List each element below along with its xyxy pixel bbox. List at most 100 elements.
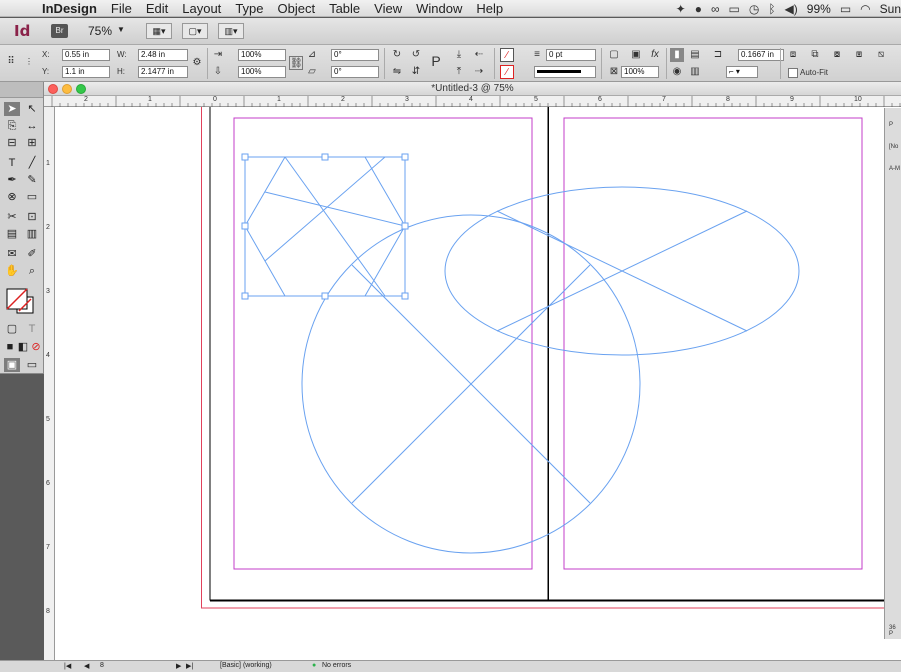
screen-mode-button[interactable]: ▢▾ [182,23,208,39]
menu-edit[interactable]: Edit [146,1,168,16]
shear-field[interactable]: 0° [331,66,379,78]
creative-cloud-icon[interactable]: ∞ [711,2,720,16]
preflight-status[interactable]: No errors [322,662,351,669]
close-window-button[interactable] [48,84,58,94]
zoom-tool-icon[interactable]: ⌕ [24,264,40,278]
link-scale-icon[interactable]: ⛓ [289,56,303,70]
h-field[interactable]: 2.1477 in [138,66,188,78]
drop-shadow-icon[interactable]: ▢ [607,48,621,62]
page-tool-icon[interactable]: ⎘ [4,119,20,133]
stroke-weight-field[interactable]: 0 pt [546,49,596,61]
horizontal-ruler[interactable]: 2 1 0 1 2 3 4 5 6 7 8 9 10 [44,96,901,107]
battery-icon[interactable]: ▭ [840,2,851,16]
preview-mode-icon[interactable]: ▭ [24,358,40,372]
content-placer-icon[interactable]: ⊞ [24,136,40,150]
menu-window[interactable]: Window [416,1,462,16]
bluetooth-icon[interactable]: ᛒ [768,2,775,16]
fill-swatch-icon[interactable]: ∕ [500,48,514,62]
app-name-menu[interactable]: InDesign [42,1,97,16]
text-wrap-shape-icon[interactable]: ◉ [670,65,684,79]
content-collector-icon[interactable]: ⊟ [4,136,20,150]
free-transform-tool-icon[interactable]: ⊡ [24,210,40,224]
menu-file[interactable]: File [111,1,132,16]
normal-mode-icon[interactable]: ▣ [4,358,20,372]
previous-page-button[interactable]: ◀ [84,662,89,670]
view-options-button[interactable]: ▦▾ [146,23,172,39]
gradient-swatch-tool-icon[interactable]: ▤ [4,227,20,241]
menu-help[interactable]: Help [476,1,503,16]
reference-point-icon[interactable]: ⠿ [4,55,18,69]
rotate-field[interactable]: 0° [331,49,379,61]
scissors-tool-icon[interactable]: ✂ [4,210,20,224]
clock[interactable]: Sun [880,2,901,16]
corner-shape-field[interactable]: ⌐ ▾ [726,66,758,78]
paragraph-styles-panel[interactable]: P [No A-M 36 P [884,108,901,639]
menu-table[interactable]: Table [329,1,360,16]
text-wrap-none-icon[interactable]: ▮ [670,48,684,62]
bridge-button[interactable]: Br [51,24,68,38]
y-field[interactable]: 1.1 in [62,66,110,78]
center-content-icon[interactable]: ⧇ [830,48,844,62]
dropbox-icon[interactable]: ✦ [676,2,686,16]
offset-field[interactable]: 0.1667 in [738,49,784,61]
stroke-swatch-icon[interactable]: ∕ [500,65,514,79]
tools-panel-header[interactable] [0,82,43,98]
flip-vertical-icon[interactable]: ⇵ [409,65,423,79]
zoom-level[interactable]: 75% [88,24,112,38]
fx-icon[interactable]: fx [648,48,662,62]
line-tool-icon[interactable]: ╱ [24,156,40,170]
page-number-field[interactable]: 8 [100,662,104,669]
zoom-window-button[interactable] [76,84,86,94]
x-field[interactable]: 0.55 in [62,49,110,61]
gap-tool-icon[interactable]: ↔ [24,119,40,133]
stroke-type-field[interactable] [534,66,596,78]
minimize-window-button[interactable] [62,84,72,94]
type-tool-icon[interactable]: T [4,156,20,170]
effects-icon[interactable]: ▣ [629,48,643,62]
eyedropper-tool-icon[interactable]: ✐ [24,247,40,261]
last-page-button[interactable]: ▶| [186,662,193,670]
pasteboard[interactable] [55,107,901,662]
rotate-ccw-icon[interactable]: ↺ [409,48,423,62]
flip-horizontal-icon[interactable]: ⇋ [390,65,404,79]
gradient-feather-tool-icon[interactable]: ▥ [24,227,40,241]
menu-object[interactable]: Object [278,1,316,16]
apply-none-icon[interactable]: ⊘ [28,340,44,354]
battery-percent[interactable]: 99% [807,2,831,16]
vertical-ruler[interactable]: 1 2 3 4 5 6 7 8 [44,107,55,662]
spread-artwork[interactable] [55,107,901,662]
fit-proportional-icon[interactable]: ⧅ [874,48,888,62]
hand-tool-icon[interactable]: ✋ [4,264,20,278]
time-machine-icon[interactable]: ◷ [749,2,759,16]
airplay-icon[interactable]: ▭ [729,2,740,16]
chevron-down-icon[interactable]: ▼ [117,25,125,34]
wifi-icon[interactable]: ◠ [860,2,870,16]
selection-tool-icon[interactable]: ➤ [4,102,20,116]
fit-content-frame-icon[interactable]: ⧈ [786,48,800,62]
select-next-icon[interactable]: ⇢ [472,65,486,79]
menu-view[interactable]: View [374,1,402,16]
reference-p-icon[interactable]: P [429,54,443,68]
scale-y-field[interactable]: 100% [238,66,286,78]
select-container-icon[interactable]: ⤓ [452,48,466,62]
text-wrap-bbox-icon[interactable]: ▤ [688,48,702,62]
constrain-proportions-icon[interactable]: ⚙ [190,56,204,70]
fit-frame-content-icon[interactable]: ⧉ [808,48,822,62]
menu-layout[interactable]: Layout [182,1,221,16]
pencil-tool-icon[interactable]: ✎ [24,173,40,187]
select-previous-icon[interactable]: ⇠ [472,48,486,62]
next-page-button[interactable]: ▶ [176,662,181,670]
menu-type[interactable]: Type [235,1,263,16]
text-wrap-jump-icon[interactable]: ▥ [688,65,702,79]
fill-stroke-swatch-icon[interactable] [6,288,36,316]
w-field[interactable]: 2.48 in [138,49,188,61]
scale-x-field[interactable]: 100% [238,49,286,61]
evernote-icon[interactable]: ● [695,2,702,16]
rectangle-tool-icon[interactable]: ▭ [24,190,40,204]
arrange-documents-button[interactable]: ▥▾ [218,23,244,39]
page-right[interactable] [547,107,901,601]
volume-icon[interactable]: ◀) [785,2,798,16]
first-page-button[interactable]: |◀ [64,662,71,670]
note-tool-icon[interactable]: ✉ [4,247,20,261]
autofit-checkbox[interactable] [788,68,798,78]
